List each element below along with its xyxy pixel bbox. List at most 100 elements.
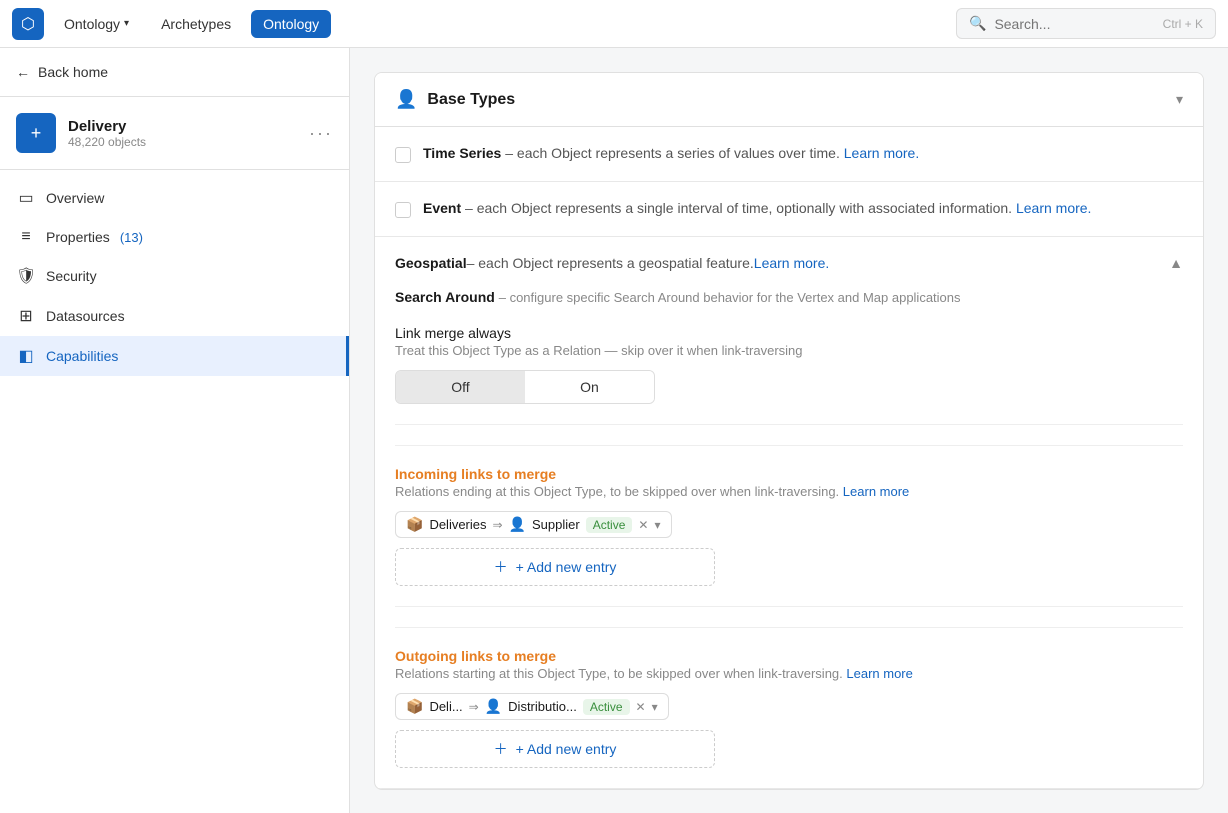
geospatial-header[interactable]: Geospatial – each Object represents a ge… <box>375 237 1203 289</box>
geospatial-learn-more[interactable]: Learn more. <box>754 255 829 271</box>
outgoing-links-section: Outgoing links to merge Relations starti… <box>395 627 1183 768</box>
panel-header-left: 👤 Base Types <box>395 89 515 110</box>
event-desc: – each Object represents a single interv… <box>465 200 1016 216</box>
geospatial-header-left: Geospatial – each Object represents a ge… <box>395 255 829 271</box>
link-arrow-icon: ⇒ <box>493 518 503 532</box>
sidebar-item-overview-label: Overview <box>46 190 104 206</box>
workspace-info: Delivery 48,220 objects <box>68 118 297 149</box>
link-merge-section: Link merge always Treat this Object Type… <box>395 325 1183 404</box>
app-layout: ← Back home + Delivery 48,220 objects ··… <box>0 48 1228 813</box>
deliveries-icon: 📦 <box>406 516 423 533</box>
workspace-count: 48,220 objects <box>68 135 297 149</box>
geospatial-name: Geospatial <box>395 255 467 271</box>
outgoing-tag-deli: 📦 Deli... ⇒ 👤 Distributio... Active ✕ ▾ <box>395 693 669 720</box>
time-series-learn-more[interactable]: Learn more. <box>844 145 919 161</box>
arrow-left-icon: ← <box>16 64 30 80</box>
sidebar-item-properties[interactable]: ≡ Properties (13) <box>0 218 349 256</box>
main-content: 👤 Base Types ▾ Time Series – each Object… <box>350 48 1228 813</box>
archetypes-nav-button[interactable]: Archetypes <box>149 10 243 38</box>
incoming-tag-chevron[interactable]: ▾ <box>654 518 660 532</box>
top-nav: ⬡ Ontology ▾ Archetypes Ontology 🔍 Ctrl … <box>0 0 1228 48</box>
properties-icon: ≡ <box>16 228 36 246</box>
time-series-content: Time Series – each Object represents a s… <box>423 145 1183 161</box>
back-home-button[interactable]: ← Back home <box>0 48 349 97</box>
incoming-add-entry-button[interactable]: ＋ + Add new entry <box>395 548 715 586</box>
search-icon: 🔍 <box>969 15 986 32</box>
sidebar: ← Back home + Delivery 48,220 objects ··… <box>0 48 350 813</box>
incoming-links-tags: 📦 Deliveries ⇒ 👤 Supplier Active ✕ ▾ <box>395 511 1183 538</box>
toggle-on-option[interactable]: On <box>525 371 654 403</box>
workspace-name: Delivery <box>68 118 297 135</box>
divider-2 <box>395 606 1183 607</box>
logo-icon: ⬡ <box>12 8 44 40</box>
outgoing-tag-badge: Active <box>583 699 630 715</box>
incoming-tag-remove[interactable]: ✕ <box>638 518 648 532</box>
panel-icon: 👤 <box>395 89 417 110</box>
distributio-icon: 👤 <box>485 698 502 715</box>
sidebar-item-datasources-label: Datasources <box>46 308 125 324</box>
sidebar-item-properties-label: Properties <box>46 229 110 245</box>
outgoing-learn-more[interactable]: Learn more <box>846 666 912 681</box>
outgoing-tag-remove[interactable]: ✕ <box>636 700 646 714</box>
search-input[interactable] <box>994 16 1154 32</box>
incoming-tag-deliveries: 📦 Deliveries ⇒ 👤 Supplier Active ✕ ▾ <box>395 511 672 538</box>
plus-icon-2: ＋ <box>494 739 508 759</box>
incoming-tag-badge: Active <box>586 517 633 533</box>
supplier-icon: 👤 <box>509 516 526 533</box>
event-learn-more[interactable]: Learn more. <box>1016 200 1091 216</box>
search-around-desc: – configure specific Search Around behav… <box>499 290 961 305</box>
sidebar-item-capabilities-label: Capabilities <box>46 348 118 364</box>
geospatial-body: Search Around – configure specific Searc… <box>375 289 1203 788</box>
outgoing-add-entry-button[interactable]: ＋ + Add new entry <box>395 730 715 768</box>
shield-icon: 🛡 <box>16 266 36 286</box>
panel-title: Base Types <box>427 91 515 109</box>
incoming-links-section: Incoming links to merge Relations ending… <box>395 445 1183 586</box>
incoming-source: Deliveries <box>429 517 486 532</box>
time-series-checkbox[interactable] <box>395 147 411 163</box>
ontology-dropdown-button[interactable]: Ontology ▾ <box>52 10 141 38</box>
workspace-menu-button[interactable]: ··· <box>309 123 333 144</box>
incoming-learn-more[interactable]: Learn more <box>843 484 909 499</box>
outgoing-target: Distributio... <box>508 699 577 714</box>
search-bar[interactable]: 🔍 Ctrl + K <box>956 8 1216 39</box>
event-name: Event <box>423 200 461 216</box>
event-content: Event – each Object represents a single … <box>423 200 1183 216</box>
panel-header: 👤 Base Types ▾ <box>375 73 1203 127</box>
chevron-down-icon: ▾ <box>124 18 129 29</box>
incoming-links-desc: Relations ending at this Object Type, to… <box>395 484 1183 499</box>
panel-collapse-chevron[interactable]: ▾ <box>1176 91 1183 108</box>
outgoing-links-desc: Relations starting at this Object Type, … <box>395 666 1183 681</box>
plus-icon: ＋ <box>494 557 508 577</box>
incoming-target: Supplier <box>532 517 580 532</box>
search-around-section: Search Around – configure specific Searc… <box>395 289 1183 305</box>
sidebar-item-overview[interactable]: ▭ Overview <box>0 178 349 218</box>
geospatial-card: Geospatial – each Object represents a ge… <box>375 237 1203 789</box>
sidebar-item-datasources[interactable]: ⊞ Datasources <box>0 296 349 336</box>
link-merge-toggle: Off On <box>395 370 655 404</box>
time-series-name: Time Series <box>423 145 501 161</box>
sidebar-item-security[interactable]: 🛡 Security <box>0 256 349 296</box>
outgoing-arrow-icon: ⇒ <box>469 700 479 714</box>
properties-badge: (13) <box>120 230 143 245</box>
base-types-panel: 👤 Base Types ▾ Time Series – each Object… <box>374 72 1204 790</box>
datasources-icon: ⊞ <box>16 306 36 326</box>
workspace-icon: + <box>16 113 56 153</box>
deli-icon: 📦 <box>406 698 423 715</box>
outgoing-links-tags: 📦 Deli... ⇒ 👤 Distributio... Active ✕ ▾ <box>395 693 1183 720</box>
event-checkbox[interactable] <box>395 202 411 218</box>
link-merge-label: Link merge always <box>395 325 1183 341</box>
geospatial-collapse-icon: ▲ <box>1169 255 1183 271</box>
divider-1 <box>395 424 1183 425</box>
sidebar-nav: ▭ Overview ≡ Properties (13) 🛡 Security … <box>0 170 349 384</box>
time-series-card: Time Series – each Object represents a s… <box>375 127 1203 182</box>
sidebar-item-security-label: Security <box>46 268 97 284</box>
outgoing-tag-chevron[interactable]: ▾ <box>652 700 658 714</box>
ontology-nav-button[interactable]: Ontology <box>251 10 331 38</box>
toggle-off-option[interactable]: Off <box>396 371 525 403</box>
outgoing-source: Deli... <box>429 699 462 714</box>
event-card: Event – each Object represents a single … <box>375 182 1203 237</box>
incoming-links-label: Incoming links to merge <box>395 466 1183 482</box>
overview-icon: ▭ <box>16 188 36 208</box>
outgoing-links-label: Outgoing links to merge <box>395 648 1183 664</box>
sidebar-item-capabilities[interactable]: ◧ Capabilities <box>0 336 349 376</box>
